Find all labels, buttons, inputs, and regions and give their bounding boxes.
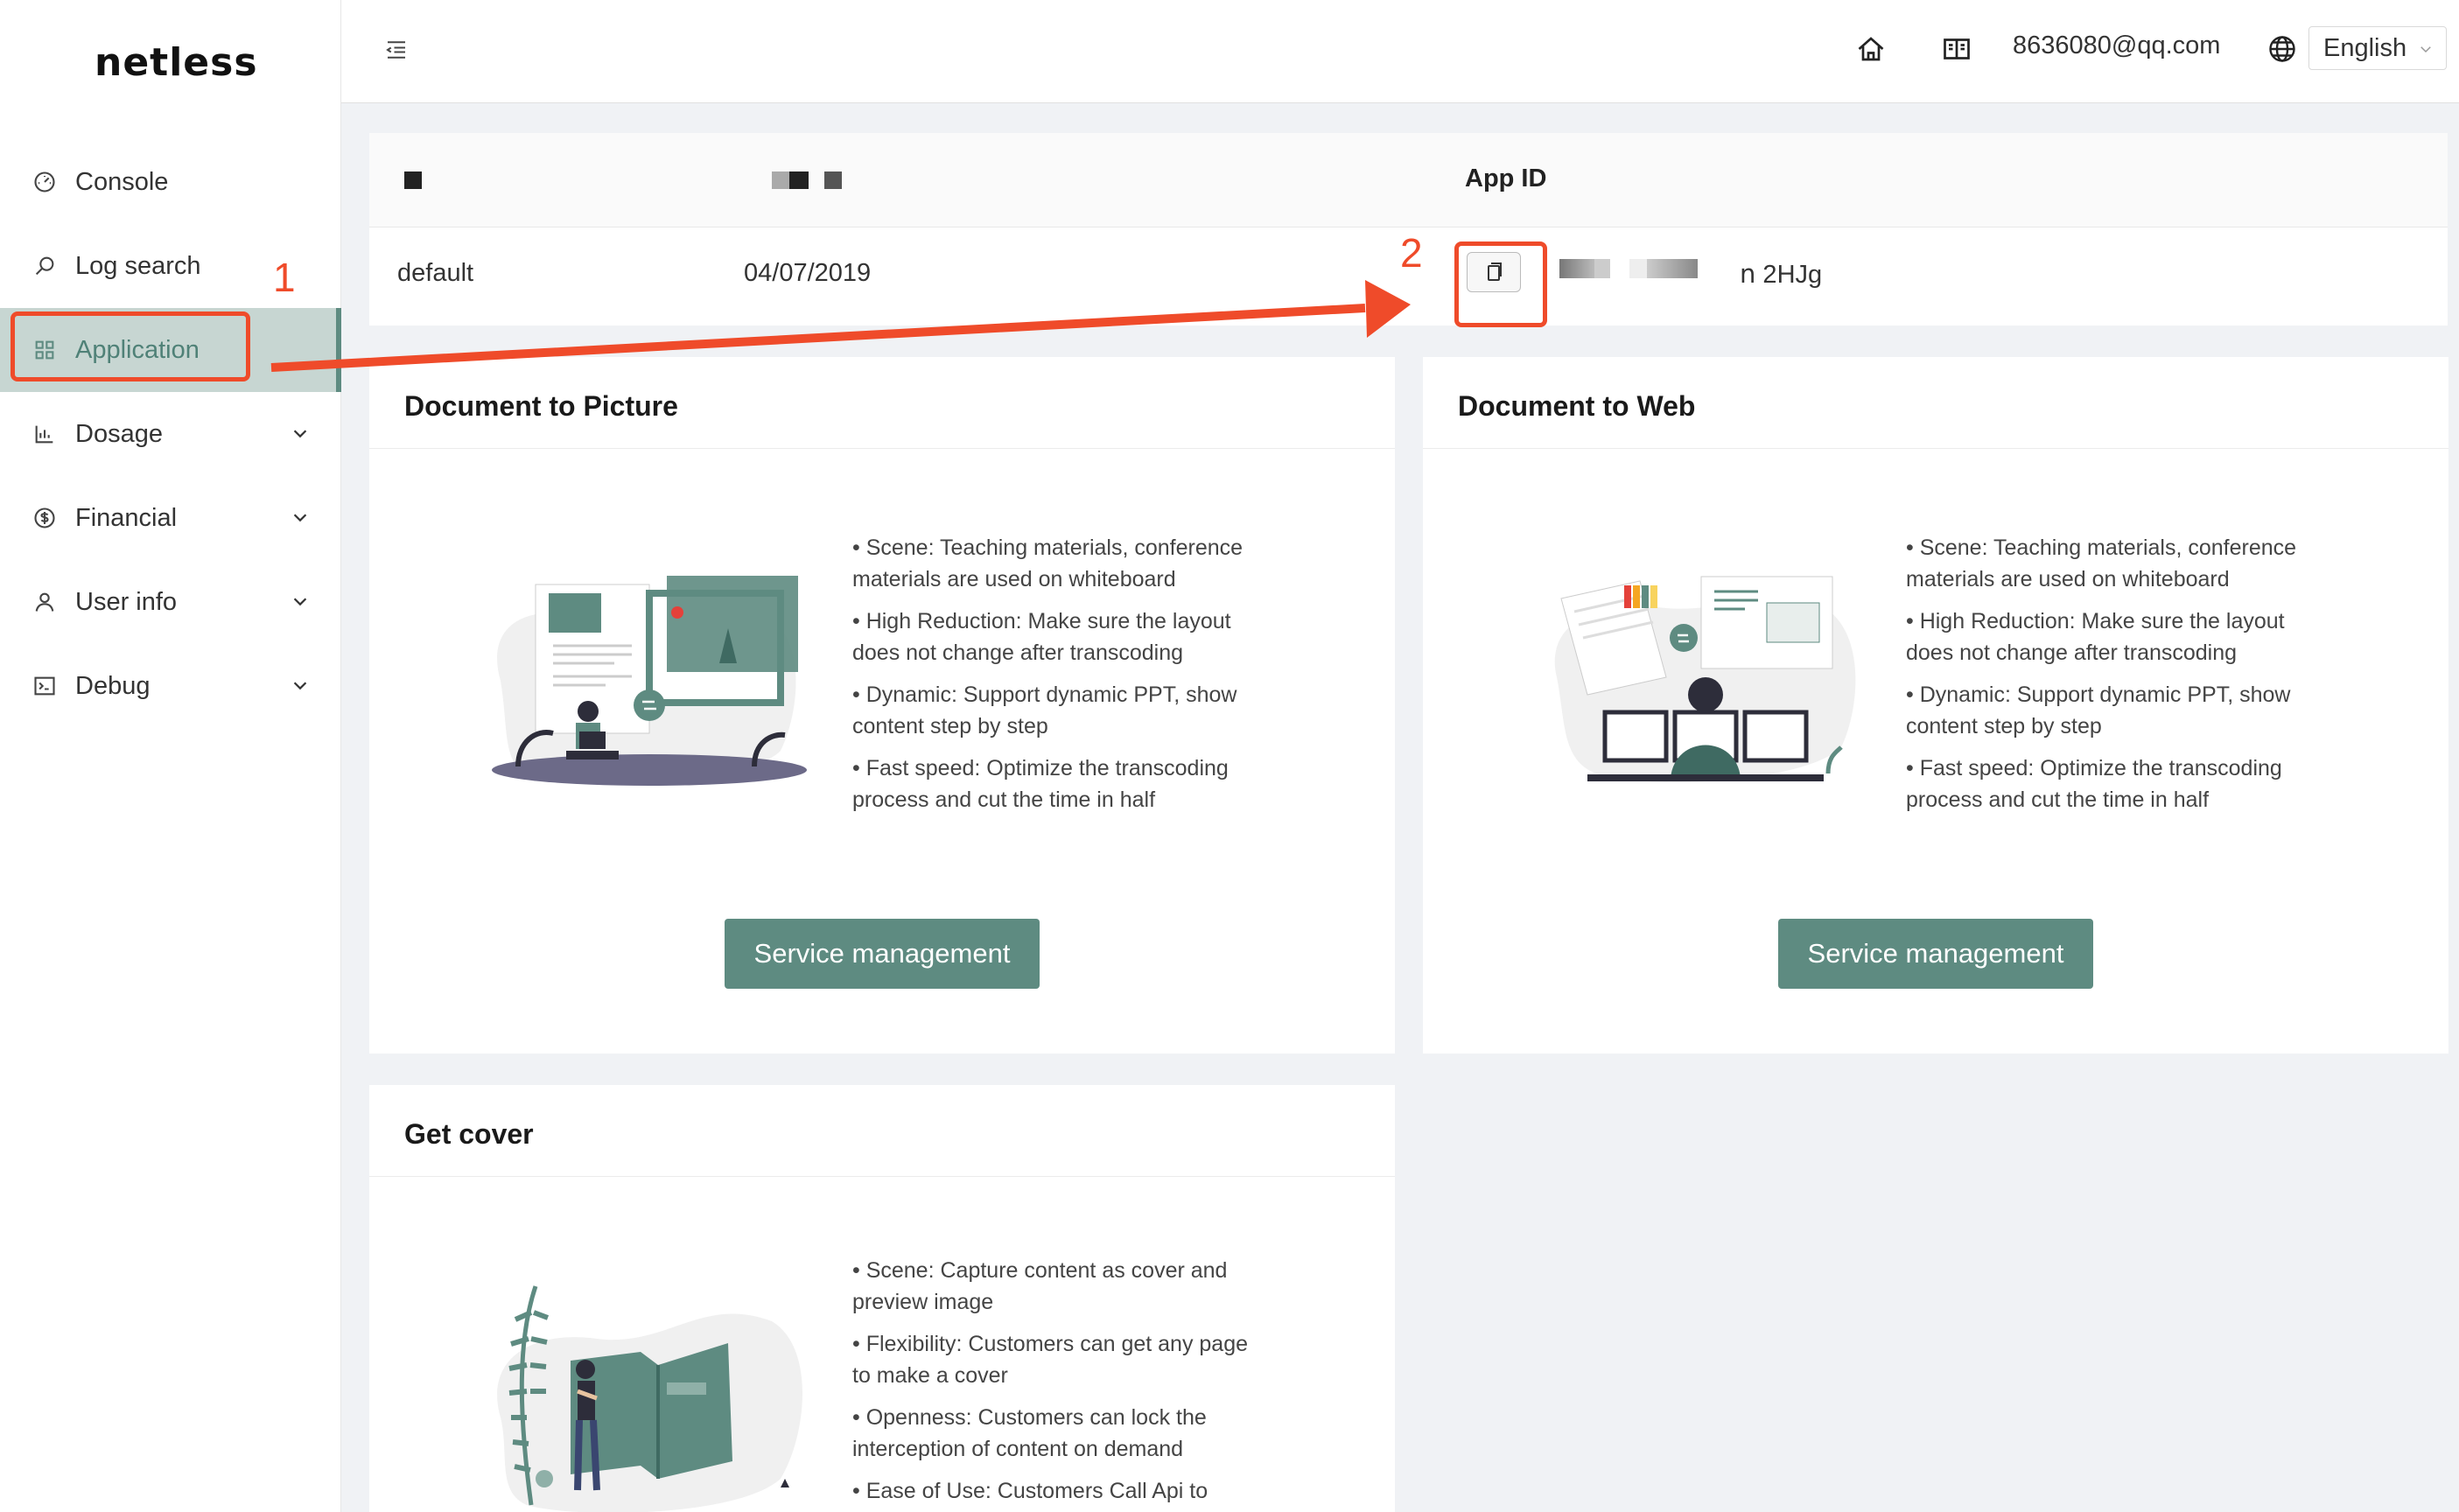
feature-item: Fast speed: Optimize the transcoding pro… <box>1906 752 2317 816</box>
redacted-app-id <box>1594 259 1610 278</box>
feature-item: Openness: Customers can lock the interce… <box>852 1402 1264 1465</box>
feature-list: Scene: Capture content as cover and prev… <box>852 1255 1264 1512</box>
sidebar-item-financial[interactable]: Financial <box>0 476 341 560</box>
sidebar-item-label: Financial <box>75 503 178 532</box>
user-icon <box>32 589 58 615</box>
card-title: Document to Picture <box>404 390 678 422</box>
feature-item: High Reduction: Make sure the layout doe… <box>1906 606 2317 668</box>
terminal-icon <box>32 673 58 699</box>
service-management-button[interactable]: Service management <box>725 919 1040 989</box>
redacted-header <box>789 172 809 189</box>
app-id-visible-part: ո 2HJg <box>1740 261 1823 289</box>
dollar-icon <box>32 505 58 531</box>
sidebar-item-console[interactable]: Console <box>0 140 341 224</box>
redacted-header <box>772 172 791 189</box>
bar-chart-icon <box>32 421 58 447</box>
annotation-box-application <box>11 312 250 382</box>
feature-item: Scene: Teaching materials, conference ma… <box>1906 532 2317 595</box>
feature-item: Flexibility: Customers can get any page … <box>852 1328 1264 1391</box>
feature-item: Scene: Teaching materials, conference ma… <box>852 532 1264 595</box>
sidebar-item-debug[interactable]: Debug <box>0 644 341 728</box>
globe-icon <box>2269 36 2295 62</box>
card-divider <box>369 448 1395 449</box>
feature-item: High Reduction: Make sure the layout doe… <box>852 606 1264 668</box>
chevron-down-icon <box>2420 46 2431 53</box>
service-card-get-cover: Get cover Scene: Capture content as cove… <box>369 1085 1395 1512</box>
redacted-app-id <box>1647 259 1698 278</box>
sidebar-item-label: Dosage <box>75 419 163 448</box>
get-cover-illustration <box>497 1285 802 1512</box>
feature-item: Fast speed: Optimize the transcoding pro… <box>852 752 1264 816</box>
menu-fold-icon[interactable] <box>383 37 410 63</box>
chevron-down-icon <box>293 682 307 690</box>
service-card-doc-to-web: Document to Web Scene: Teaching material… <box>1423 357 2448 1054</box>
annotation-step-1: 1 <box>273 255 296 300</box>
chevron-down-icon <box>293 514 307 522</box>
sidebar-nav: Console Log search Application Dosage Fi… <box>0 140 341 728</box>
feature-item: Dynamic: Support dynamic PPT, show conte… <box>852 679 1264 742</box>
netless-logo[interactable]: netless <box>95 40 258 85</box>
app-date-cell: 04/07/2019 <box>744 259 872 287</box>
chevron-down-icon <box>293 598 307 606</box>
redacted-header <box>824 172 842 189</box>
annotation-step-2: 2 <box>1400 230 1423 276</box>
service-management-button[interactable]: Service management <box>1778 919 2093 989</box>
card-title: Get cover <box>404 1118 534 1150</box>
card-title: Document to Web <box>1458 390 1696 422</box>
home-icon[interactable] <box>1855 33 1887 65</box>
card-divider <box>369 1176 1395 1177</box>
feature-list: Scene: Teaching materials, conference ma… <box>852 532 1264 826</box>
table-header-row: App ID <box>369 133 2448 228</box>
sidebar-item-dosage[interactable]: Dosage <box>0 392 341 476</box>
feature-item: Scene: Capture content as cover and prev… <box>852 1255 1264 1318</box>
language-select[interactable]: English <box>2308 26 2447 70</box>
sidebar-item-label: Log search <box>75 251 201 280</box>
feature-list: Scene: Teaching materials, conference ma… <box>1906 532 2317 826</box>
redacted-app-id <box>1559 259 1594 278</box>
feature-item: Ease of Use: Customers Call Api to <box>852 1475 1264 1507</box>
app-name-cell: default <box>397 259 474 287</box>
feature-item: Dynamic: Support dynamic PPT, show conte… <box>1906 679 2317 742</box>
sidebar-item-label: Debug <box>75 671 151 700</box>
user-email[interactable]: 8636080@qq.com <box>2013 32 2220 60</box>
card-divider <box>1423 448 2448 449</box>
chevron-down-icon <box>293 430 307 438</box>
top-header: 8636080@qq.com English <box>341 0 2459 103</box>
sidebar-item-label: Console <box>75 167 169 196</box>
sidebar-item-label: User info <box>75 587 178 616</box>
redacted-header <box>404 172 422 189</box>
search-icon <box>32 253 58 279</box>
doc-to-picture-illustration <box>492 576 807 786</box>
column-header-app-id: App ID <box>1465 164 1547 192</box>
sidebar-item-user-info[interactable]: User info <box>0 560 341 644</box>
service-card-doc-to-picture: Document to Picture Scene: Teaching mate… <box>369 357 1395 1054</box>
docs-book-icon[interactable] <box>1941 33 1972 65</box>
annotation-box-copy <box>1454 242 1547 327</box>
dashboard-icon <box>32 169 58 195</box>
language-value: English <box>2323 33 2407 62</box>
doc-to-web-illustration <box>1554 576 1856 782</box>
sidebar: netless Console Log search Application D… <box>0 0 341 1512</box>
